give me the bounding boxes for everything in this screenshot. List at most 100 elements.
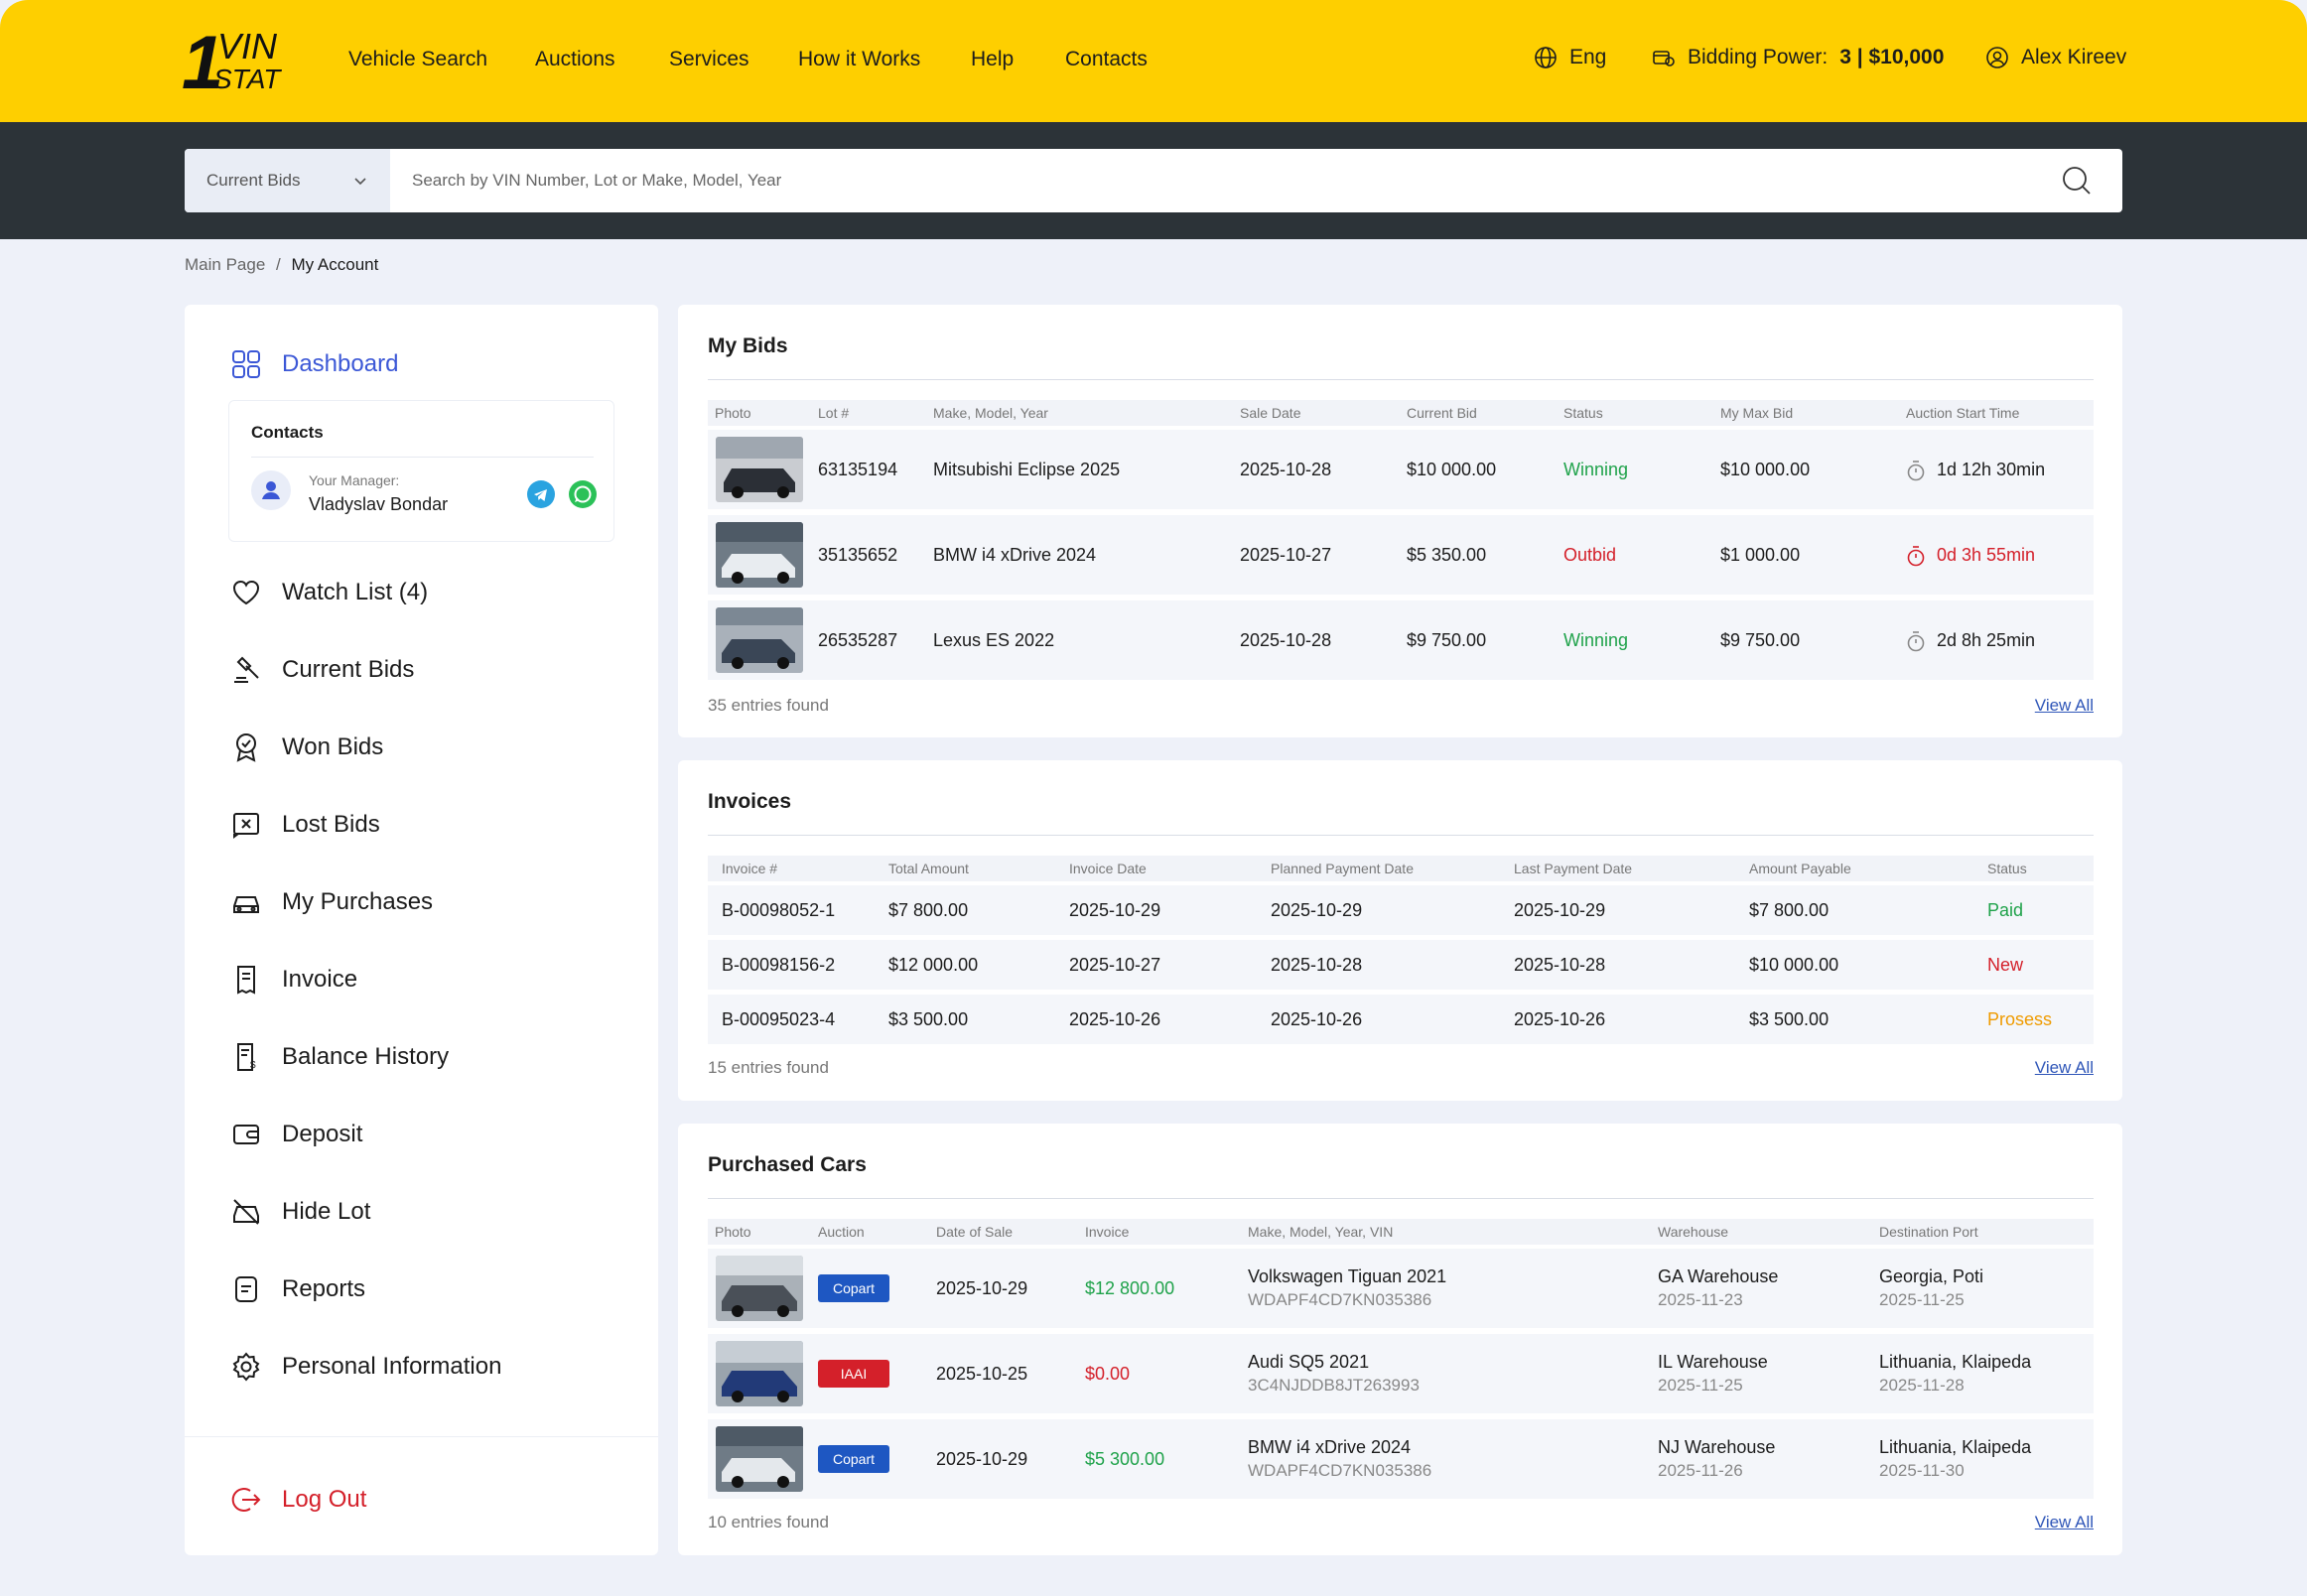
breadcrumb-home[interactable]: Main Page [185, 255, 265, 274]
table-row[interactable]: IAAI 2025-10-25 $0.00 Audi SQ5 2021 3C4N… [708, 1334, 2094, 1413]
column-header: Make, Model, Year [933, 405, 1048, 421]
sidebar-item-label: Lost Bids [282, 811, 380, 838]
card-title: Purchased Cars [708, 1153, 867, 1176]
language-label: Eng [1569, 46, 1607, 68]
bid-status: Outbid [1563, 545, 1617, 565]
search-input[interactable]: Search by VIN Number, Lot or Make, Model… [390, 171, 2122, 191]
column-header: Warehouse [1658, 1224, 1729, 1240]
purchased-cars-card: Purchased Cars Photo Auction Date of Sal… [678, 1124, 2122, 1555]
entries-count: 35 entries found [708, 696, 829, 715]
nav-vehicle-search[interactable]: Vehicle Search [348, 48, 487, 71]
lot-number: 63135194 [818, 460, 898, 479]
logo-vin: VIN [217, 26, 278, 66]
port-date: 2025-11-25 [1879, 1290, 1965, 1309]
max-bid: $1 000.00 [1720, 545, 1801, 565]
sidebar-item-current-bids[interactable]: Current Bids [230, 654, 414, 686]
car-photo [716, 522, 803, 588]
sidebar-item-balance-history[interactable]: $ Balance History [230, 1041, 449, 1073]
divider [708, 835, 2094, 836]
search-category-select[interactable]: Current Bids [185, 149, 390, 212]
table-row[interactable]: B-00098156-2 $12 000.00 2025-10-27 2025-… [708, 940, 2094, 990]
bidding-power[interactable]: Bidding Power: 3 | $10,000 [1652, 46, 1944, 69]
sidebar-item-deposit[interactable]: Deposit [230, 1119, 362, 1150]
warehouse-date: 2025-11-26 [1658, 1461, 1743, 1480]
sidebar-item-watch-list[interactable]: Watch List (4) [230, 577, 428, 608]
column-header: Invoice Date [1069, 861, 1147, 876]
nav-services[interactable]: Services [669, 48, 749, 71]
column-header: Destination Port [1879, 1224, 1978, 1240]
timer-icon [1907, 631, 1925, 652]
breadcrumb: Main Page / My Account [185, 255, 378, 275]
sidebar-item-label: Personal Information [282, 1353, 502, 1380]
sidebar: Dashboard Contacts Your Manager: Vladysl… [185, 305, 658, 1555]
table-header: Invoice # Total Amount Invoice Date Plan… [708, 856, 2094, 881]
sidebar-item-reports[interactable]: Reports [230, 1273, 365, 1305]
manager-name: Vladyslav Bondar [309, 494, 449, 514]
planned-payment-date: 2025-10-29 [1271, 900, 1363, 920]
document-icon [235, 1276, 257, 1302]
invoice-status: Paid [1987, 900, 2024, 920]
top-bar: 1 VIN STAT Vehicle Search Auctions Servi… [0, 0, 2307, 122]
bid-status: Winning [1563, 630, 1629, 650]
table-row[interactable]: 35135652 BMW i4 xDrive 2024 2025-10-27 $… [708, 515, 2094, 595]
whatsapp-icon[interactable] [569, 480, 597, 508]
nav-auctions[interactable]: Auctions [535, 48, 615, 71]
sidebar-item-label: Invoice [282, 966, 358, 993]
view-all-link[interactable]: View All [2035, 696, 2094, 716]
divider [708, 1198, 2094, 1199]
max-bid: $10 000.00 [1720, 460, 1811, 479]
column-header: Invoice [1085, 1224, 1130, 1240]
view-all-link[interactable]: View All [2035, 1513, 2094, 1532]
vehicle-model: Volkswagen Tiguan 2021 [1248, 1266, 1447, 1286]
sale-date: 2025-10-27 [1240, 545, 1332, 565]
total-amount: $3 500.00 [888, 1009, 969, 1029]
sidebar-item-personal-information[interactable]: Personal Information [230, 1351, 501, 1383]
warehouse-date: 2025-11-25 [1658, 1376, 1743, 1395]
search-icon[interactable] [2061, 165, 2093, 197]
table-row[interactable]: 26535287 Lexus ES 2022 2025-10-28 $9 750… [708, 600, 2094, 680]
auction-badge: Copart [818, 1274, 889, 1302]
sidebar-item-label: My Purchases [282, 888, 434, 915]
table-row[interactable]: B-00098052-1 $7 800.00 2025-10-29 2025-1… [708, 885, 2094, 935]
car-photo [716, 1426, 803, 1492]
sidebar-item-dashboard[interactable]: Dashboard [230, 348, 398, 380]
time-remaining: 1d 12h 30min [1937, 460, 2046, 479]
table-row[interactable]: Copart 2025-10-29 $12 800.00 Volkswagen … [708, 1249, 2094, 1328]
search-bar: Current Bids Search by VIN Number, Lot o… [185, 149, 2122, 212]
chevron-down-icon [354, 178, 366, 186]
language-switcher[interactable]: Eng [1534, 46, 1606, 69]
table-row[interactable]: 63135194 Mitsubishi Eclipse 2025 2025-10… [708, 430, 2094, 509]
last-payment-date: 2025-10-26 [1514, 1009, 1606, 1029]
sidebar-item-won-bids[interactable]: Won Bids [230, 732, 383, 763]
logout-button[interactable]: Log Out [230, 1484, 366, 1516]
logo[interactable]: 1 VIN STAT [182, 21, 291, 105]
nav-help[interactable]: Help [971, 48, 1014, 71]
user-menu[interactable]: Alex Kireev [1985, 46, 2126, 69]
sidebar-item-lost-bids[interactable]: Lost Bids [230, 809, 380, 841]
table-row[interactable]: Copart 2025-10-29 $5 300.00 BMW i4 xDriv… [708, 1419, 2094, 1499]
logo-stat: STAT [213, 64, 281, 94]
svg-text:$: $ [250, 1060, 256, 1071]
invoices-card: Invoices Invoice # Total Amount Invoice … [678, 760, 2122, 1101]
sidebar-item-my-purchases[interactable]: My Purchases [230, 886, 433, 918]
divider [251, 457, 594, 458]
table-row[interactable]: B-00095023-4 $3 500.00 2025-10-26 2025-1… [708, 995, 2094, 1044]
sidebar-item-hide-lot[interactable]: Hide Lot [230, 1196, 370, 1228]
telegram-icon[interactable] [527, 480, 555, 508]
sidebar-item-label: Current Bids [282, 656, 415, 683]
user-circle-icon [1986, 47, 2008, 68]
car-icon [233, 896, 259, 913]
view-all-link[interactable]: View All [2035, 1058, 2094, 1078]
hidden-car-icon [233, 1199, 259, 1225]
vehicle-vin: WDAPF4CD7KN035386 [1248, 1290, 1432, 1309]
logout-label: Log Out [282, 1486, 367, 1513]
car-photo [716, 437, 803, 502]
destination-port: Lithuania, Klaipeda [1879, 1352, 2032, 1372]
divider [185, 1436, 658, 1437]
vehicle-vin: 3C4NJDDB8JT263993 [1248, 1376, 1420, 1395]
nav-contacts[interactable]: Contacts [1065, 48, 1148, 71]
sidebar-item-invoice[interactable]: Invoice [230, 964, 357, 996]
lot-number: 26535287 [818, 630, 898, 650]
vehicle-model: Mitsubishi Eclipse 2025 [933, 460, 1121, 479]
nav-how-it-works[interactable]: How it Works [798, 48, 920, 71]
